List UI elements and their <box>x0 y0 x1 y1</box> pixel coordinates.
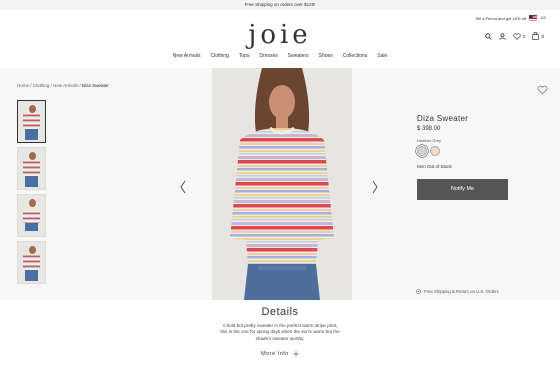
product-info: Diza Sweater $ 398.00 Heather Grey Item … <box>417 114 517 200</box>
details-section: Details A bold but pretty sweater in the… <box>0 300 560 378</box>
breadcrumb-new-arrivals[interactable]: New Arrivals <box>53 83 78 88</box>
next-image-button[interactable] <box>372 180 378 197</box>
thumb-model-head <box>29 152 36 160</box>
stock-status: Item Out of Stock <box>417 164 452 169</box>
thumb-sweater <box>23 160 40 176</box>
plus-icon <box>293 351 299 357</box>
user-icon <box>499 32 506 40</box>
breadcrumb: Home / Clothing / New Arrivals / Diza Sw… <box>17 83 109 88</box>
shipping-tag-icon <box>416 289 421 294</box>
refer-link[interactable]: Tell a Friend and get 15% off <box>475 16 526 21</box>
product-area: Home / Clothing / New Arrivals / Diza Sw… <box>0 68 560 300</box>
bag-count: 0 <box>541 33 544 39</box>
nav-new-arrivals[interactable]: New Arrivals <box>173 53 201 59</box>
us-flag-icon <box>529 15 538 21</box>
breadcrumb-home[interactable]: Home <box>17 83 29 88</box>
bag-icon <box>532 32 540 40</box>
product-thumbnail[interactable] <box>17 100 46 143</box>
nav-clothing[interactable]: Clothing <box>211 53 229 59</box>
thumb-sweater <box>23 211 40 223</box>
thumb-model-head <box>29 105 36 113</box>
color-swatches <box>417 146 517 156</box>
nav-sale[interactable]: Sale <box>377 53 387 59</box>
thumb-model-head <box>29 246 36 254</box>
shipping-info[interactable]: Free Shipping & Return on U.S. Orders <box>416 289 499 294</box>
locale-label: US <box>540 15 546 21</box>
nav-shoes[interactable]: Shoes <box>319 53 333 59</box>
product-thumbnail[interactable] <box>17 147 46 190</box>
heart-icon <box>537 85 548 95</box>
product-name: Diza Sweater <box>417 114 469 123</box>
model-photo <box>212 68 352 300</box>
nav-dresses[interactable]: Dresses <box>259 53 277 59</box>
breadcrumb-separator: / <box>79 83 81 88</box>
product-thumbnail[interactable] <box>17 241 46 284</box>
shipping-text: Free Shipping & Return on U.S. Orders <box>424 289 499 294</box>
nav-sweaters[interactable]: Sweaters <box>288 53 309 59</box>
thumb-jeans <box>25 270 38 281</box>
header-icons: 0 0 <box>485 32 544 40</box>
search-icon <box>485 32 492 40</box>
promo-bar: Free Shipping on orders over $125! <box>0 0 560 10</box>
logo[interactable]: joie <box>0 22 560 48</box>
thumb-sweater <box>23 113 40 129</box>
more-info-toggle[interactable]: More Info <box>261 351 299 357</box>
details-description: A bold but pretty sweater in the perfect… <box>220 323 340 341</box>
product-price: $ 398.00 <box>417 126 441 132</box>
locale-selector[interactable]: US <box>529 15 546 21</box>
account-button[interactable] <box>499 32 506 40</box>
promo-text: Free Shipping on orders over $125! <box>244 2 316 7</box>
product-thumbnail[interactable] <box>17 194 46 237</box>
breadcrumb-separator: / <box>30 83 32 88</box>
wishlist-header-button[interactable]: 0 <box>513 32 526 40</box>
thumb-sweater <box>23 254 40 270</box>
details-title: Details <box>261 306 299 318</box>
breadcrumb-separator: / <box>50 83 52 88</box>
color-swatch[interactable] <box>430 146 440 156</box>
prev-image-button[interactable] <box>180 180 186 197</box>
bag-button[interactable]: 0 <box>532 32 544 40</box>
color-swatch[interactable] <box>417 146 427 156</box>
more-info-label: More Info <box>261 351 289 358</box>
thumbnail-list <box>17 100 46 288</box>
thumb-jeans <box>25 176 38 187</box>
wishlist-button[interactable] <box>537 82 548 100</box>
thumb-model-head <box>29 199 36 207</box>
search-button[interactable] <box>485 32 492 40</box>
main-nav: New Arrivals Clothing Tops Dresses Sweat… <box>0 53 560 59</box>
wishlist-count: 0 <box>522 33 526 39</box>
site-header: Tell a Friend and get 15% off US joie 0 … <box>0 10 560 68</box>
breadcrumb-clothing[interactable]: Clothing <box>33 83 50 88</box>
chevron-right-icon <box>372 180 378 194</box>
breadcrumb-current: Diza Sweater <box>81 83 109 88</box>
nav-collections[interactable]: Collections <box>343 53 367 59</box>
thumb-jeans <box>25 223 38 231</box>
heart-icon <box>513 32 521 40</box>
nav-tops[interactable]: Tops <box>239 53 250 59</box>
chevron-left-icon <box>180 180 186 194</box>
main-product-image <box>212 68 352 300</box>
thumb-jeans <box>25 129 38 140</box>
color-label: Heather Grey <box>417 138 442 143</box>
notify-me-button[interactable]: Notify Me <box>417 179 508 200</box>
